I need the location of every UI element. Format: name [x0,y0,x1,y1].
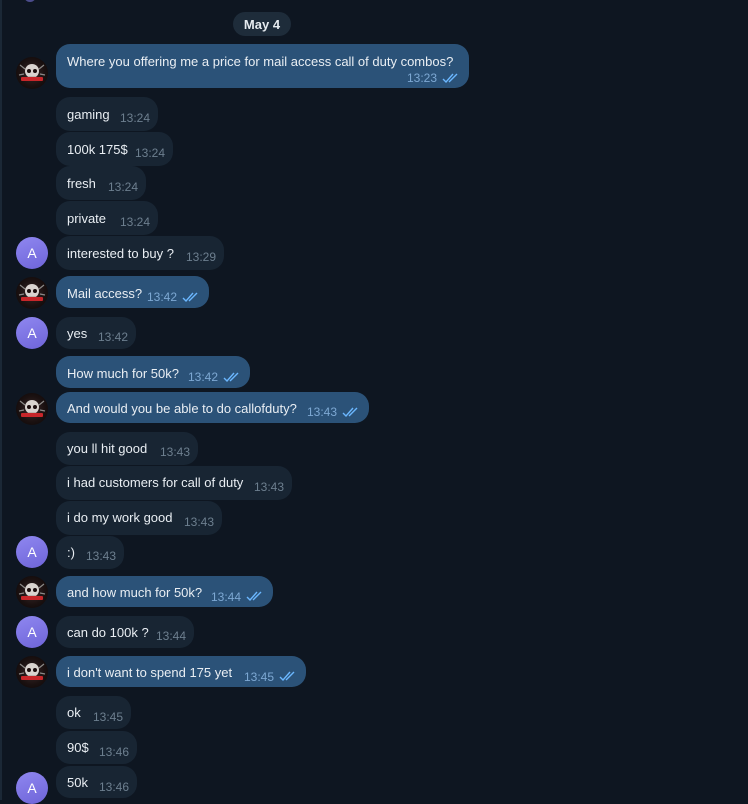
avatar-letter: A [27,245,37,261]
message-bubble[interactable]: can do 100k ? 13:44 [56,616,194,648]
message-text: i had customers for call of duty [67,475,244,490]
message-bubble[interactable]: yes 13:42 [56,317,136,349]
avatar-user-b[interactable] [16,576,48,608]
read-checkmarks-icon [182,292,198,302]
message-text: and how much for 50k? [67,585,203,600]
message-bubble[interactable]: 100k 175$ 13:24 [56,132,173,166]
avatar-user-b[interactable] [16,656,48,688]
message-time: 13:44 [155,629,186,643]
avatar-partial-top [24,0,36,2]
message-text: private [67,211,107,226]
message-bubble[interactable]: Mail access? 13:42 [56,276,209,308]
message-bubble[interactable]: i had customers for call of duty 13:43 [56,466,292,500]
message-time: 13:46 [98,780,129,794]
message-text: Mail access? [67,286,143,301]
message-bubble[interactable]: private 13:24 [56,201,158,235]
message-text: fresh [67,176,96,191]
skull-logo-icon [18,663,46,680]
avatar-user-b[interactable] [16,277,48,309]
read-checkmarks-icon [279,671,295,681]
message-bubble[interactable]: How much for 50k? 13:42 [56,356,250,388]
avatar-user-b[interactable] [16,393,48,425]
message-time: 13:42 [97,330,128,344]
message-text: How much for 50k? [67,366,179,381]
avatar-user-a[interactable]: A [16,616,48,648]
date-separator: May 4 [233,12,291,36]
message-bubble[interactable]: fresh 13:24 [56,166,146,200]
avatar-user-a[interactable]: A [16,772,48,804]
skull-logo-icon [18,400,46,417]
message-text: Where you offering me a price for mail a… [67,54,454,69]
read-checkmarks-icon [342,407,358,417]
message-time: 13:24 [119,111,150,125]
message-text: 100k 175$ [67,142,128,157]
message-text: gaming [67,107,110,122]
message-bubble[interactable]: 50k 13:46 [56,766,137,798]
message-bubble[interactable]: And would you be able to do callofduty? … [56,392,369,423]
message-text: And would you be able to do callofduty? [67,401,297,416]
avatar-letter: A [27,325,37,341]
read-checkmarks-icon [442,73,458,83]
message-text: i do my work good [67,510,173,525]
avatar-user-a[interactable]: A [16,317,48,349]
message-time: 13:44 [210,590,241,604]
read-checkmarks-icon [246,591,262,601]
message-text: can do 100k ? [67,625,149,640]
message-bubble[interactable]: ok 13:45 [56,696,131,729]
message-time: 13:43 [253,480,284,494]
message-time: 13:45 [92,710,123,724]
message-time: 13:45 [243,670,274,684]
message-text: interested to buy ? [67,246,174,261]
avatar-letter: A [27,624,37,640]
message-time: 13:24 [134,146,165,160]
message-text: :) [67,545,75,560]
skull-logo-icon [18,64,46,81]
message-time: 13:46 [98,745,129,759]
message-time: 13:43 [306,405,337,419]
avatar-user-a[interactable]: A [16,237,48,269]
message-bubble[interactable]: and how much for 50k? 13:44 [56,576,273,607]
message-time: 13:29 [185,250,216,264]
avatar-letter: A [27,780,37,796]
message-text: 90$ [67,740,89,755]
message-text: 50k [67,775,88,790]
chat-panel: May 4 A A A A A Where you offering me a … [0,0,748,804]
message-time: 13:42 [146,290,177,304]
avatar-letter: A [27,544,37,560]
message-bubble[interactable]: gaming 13:24 [56,97,158,131]
skull-logo-icon [18,583,46,600]
message-time: 13:42 [187,370,218,384]
avatar-user-a[interactable]: A [16,536,48,568]
skull-logo-icon [18,284,46,301]
message-time: 13:43 [85,549,116,563]
message-bubble[interactable]: i do my work good 13:43 [56,501,222,535]
message-time: 13:43 [159,445,190,459]
avatar-user-b[interactable] [16,57,48,89]
message-text: ok [67,705,81,720]
message-time: 13:43 [183,515,214,529]
panel-divider [0,0,2,800]
message-bubble[interactable]: Where you offering me a price for mail a… [56,44,469,88]
message-bubble[interactable]: you ll hit good 13:43 [56,432,198,465]
read-checkmarks-icon [223,372,239,382]
message-bubble[interactable]: :) 13:43 [56,536,124,569]
message-time: 13:24 [107,180,138,194]
message-text: yes [67,326,88,341]
message-bubble[interactable]: interested to buy ? 13:29 [56,236,224,270]
message-text: i don't want to spend 175 yet [67,665,233,680]
message-text: you ll hit good [67,441,148,456]
message-time: 13:24 [119,215,150,229]
message-bubble[interactable]: i don't want to spend 175 yet 13:45 [56,656,306,687]
message-time: 13:23 [406,71,437,85]
message-bubble[interactable]: 90$ 13:46 [56,731,137,764]
